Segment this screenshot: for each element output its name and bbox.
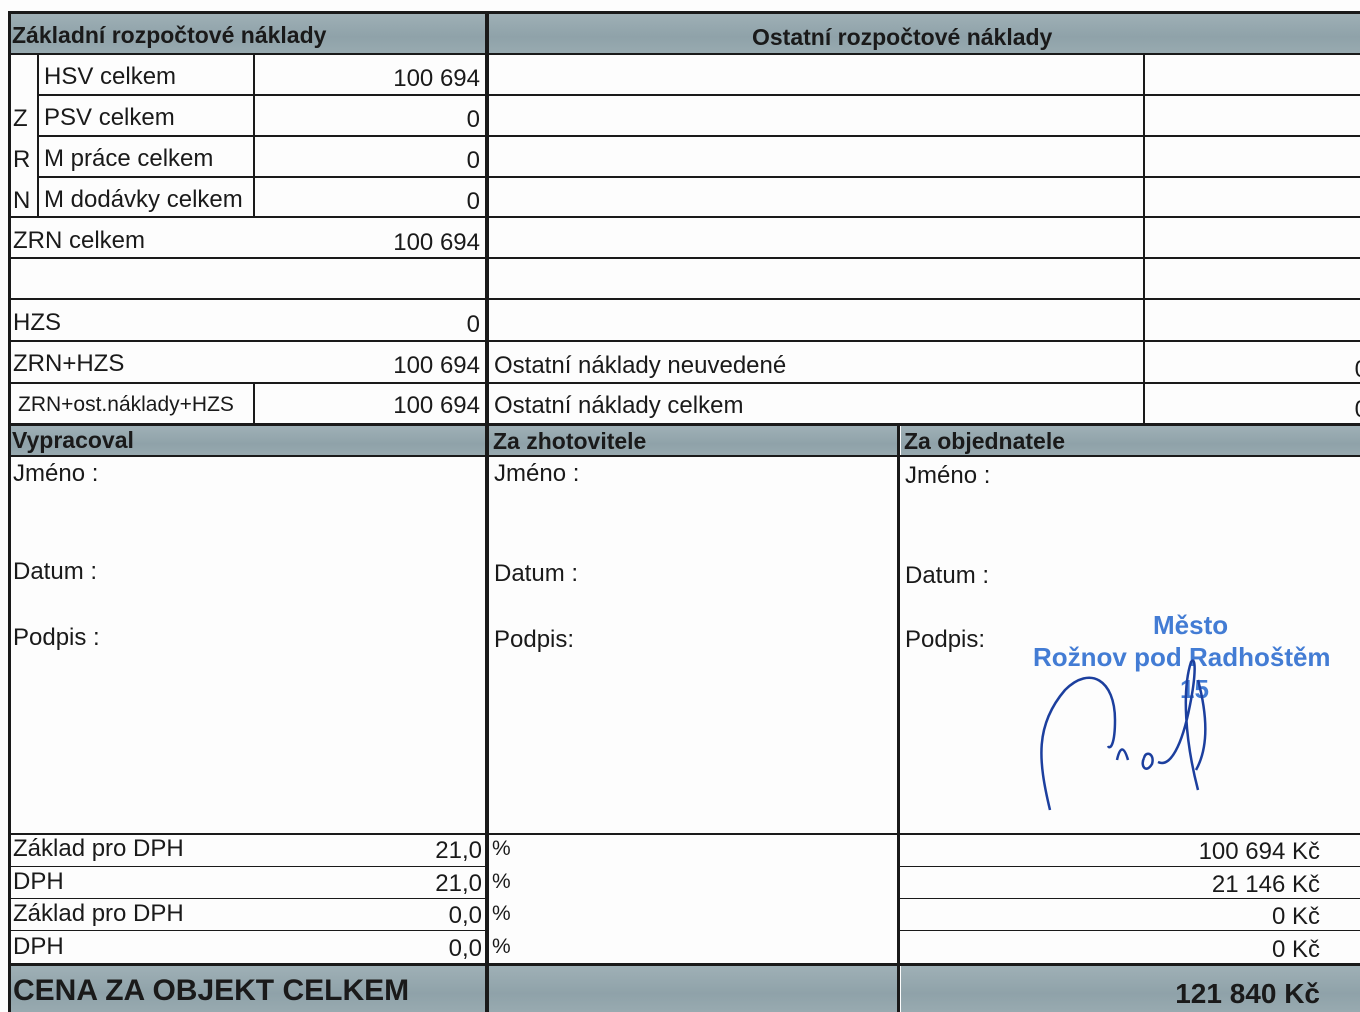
zrn-letter-z: Z [13, 105, 28, 132]
m-prace-label: M práce celkem [44, 145, 214, 172]
other-costs-unlisted-label: Ostatní náklady neuvedené [494, 352, 787, 379]
budget-summary-sheet: Základní rozpočtové náklady Ostatní rozp… [0, 0, 1360, 1012]
label-value-divider-bottom [253, 384, 255, 424]
other-row-line-6 [489, 298, 1360, 300]
vat-0-rate: 0,0 [448, 935, 482, 962]
tax-base-21-unit: % [492, 837, 511, 860]
contractor-sign-label: Podpis: [494, 626, 575, 653]
handwritten-signature [1040, 659, 1207, 811]
contractor-title: Za zhotovitele [493, 428, 647, 454]
total-amount: 121 840 Kč [1175, 978, 1320, 1009]
tax-base-0-amount: 0 Kč [1271, 903, 1320, 930]
hsv-value: 100 694 [393, 65, 480, 92]
client-title: Za objednatele [904, 428, 1066, 454]
zrn-ost-hzs-value: 100 694 [393, 392, 480, 419]
zrn-total-value: 100 694 [393, 229, 480, 256]
hzs-value: 0 [466, 311, 480, 338]
center-divider [485, 11, 489, 1012]
other-row-line-3 [489, 176, 1360, 178]
section-line-top [9, 423, 1360, 426]
section-line-header [9, 455, 1360, 457]
vat-0-unit: % [492, 935, 511, 958]
row-line-7 [9, 340, 485, 342]
prepared-by-name-label: Jméno : [13, 460, 99, 487]
vat-21-rate: 21,0 [435, 870, 482, 897]
tax-base-0-label: Základ pro DPH [13, 900, 184, 927]
client-date-label: Datum : [905, 562, 990, 589]
row-line-8 [9, 382, 485, 384]
zrn-hzs-label: ZRN+HZS [13, 350, 125, 377]
row-line-2 [39, 135, 485, 137]
tax-line-top [9, 833, 1360, 835]
row-line-1 [39, 94, 485, 96]
client-name-label: Jméno : [905, 462, 991, 489]
vat-0-amount: 0 Kč [1271, 936, 1320, 963]
row-line-4 [9, 216, 485, 218]
prepared-by-sign-label: Podpis : [13, 624, 100, 651]
psv-label: PSV celkem [44, 104, 175, 131]
prepared-by-date-label: Datum : [13, 558, 98, 585]
m-prace-value: 0 [466, 147, 480, 174]
top-border [9, 11, 1360, 14]
stamp-town-word: Město [1153, 610, 1229, 640]
contractor-name-label: Jméno : [494, 460, 580, 487]
tax-line-1 [9, 866, 485, 867]
tax-base-21-amount: 100 694 Kč [1198, 838, 1320, 865]
row-line-3 [39, 176, 485, 178]
client-sign-label: Podpis: [905, 626, 986, 653]
other-costs-total-label: Ostatní náklady celkem [494, 392, 744, 419]
other-costs-title: Ostatní rozpočtové náklady [752, 24, 1053, 50]
hzs-label: HZS [13, 309, 61, 336]
prepared-by-title: Vypracoval [12, 427, 134, 453]
row-line-5 [9, 257, 485, 259]
other-row-line-4 [489, 216, 1360, 218]
tax-line-3 [9, 930, 485, 931]
other-costs-unlisted-value: 0 [1355, 358, 1360, 382]
contractor-date-label: Datum : [494, 560, 579, 587]
hsv-label: HSV celkem [44, 63, 177, 90]
right-divider [897, 424, 900, 1012]
vat-0-label: DPH [13, 933, 64, 960]
other-costs-total-value: 0 [1355, 398, 1360, 422]
vat-21-amount: 21 146 Kč [1211, 871, 1320, 898]
total-band-mid [489, 966, 897, 1012]
psv-value: 0 [466, 106, 480, 133]
tax-base-0-unit: % [492, 902, 511, 925]
other-costs-value-divider [1143, 53, 1145, 424]
other-row-line-1 [489, 94, 1360, 96]
tax-base-21-label: Základ pro DPH [13, 835, 184, 862]
vat-21-label: DPH [13, 868, 64, 895]
total-line-top [9, 963, 1360, 966]
zrn-letter-r: R [13, 146, 31, 173]
tax-base-0-rate: 0,0 [448, 902, 482, 929]
vat-21-unit: % [492, 870, 511, 893]
row-line-6 [9, 298, 485, 300]
zrn-total-label: ZRN celkem [13, 227, 146, 254]
header-bottom [9, 53, 1360, 55]
m-dodavky-label: M dodávky celkem [44, 186, 243, 213]
zrn-letter-n: N [13, 187, 31, 214]
other-row-line-5 [489, 257, 1360, 259]
tax-amount-line-1 [900, 866, 1360, 867]
basic-costs-title: Základní rozpočtové náklady [12, 22, 327, 48]
m-dodavky-value: 0 [466, 188, 480, 215]
other-row-line-7 [489, 340, 1360, 342]
zrn-ost-hzs-label: ZRN+ost.náklady+HZS [18, 393, 234, 416]
tax-base-21-rate: 21,0 [435, 837, 482, 864]
tax-line-2 [9, 898, 485, 899]
total-label: CENA ZA OBJEKT CELKEM [13, 974, 410, 1007]
other-row-line-8 [489, 382, 1360, 384]
other-row-line-2 [489, 135, 1360, 137]
tax-amount-line-3 [900, 930, 1360, 931]
zrn-hzs-value: 100 694 [393, 352, 480, 379]
tax-amount-line-2 [900, 898, 1360, 899]
left-border [8, 11, 11, 1012]
